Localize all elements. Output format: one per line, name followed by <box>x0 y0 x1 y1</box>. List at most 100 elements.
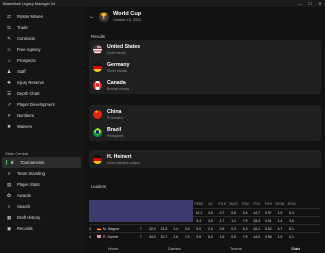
column-header[interactable]: FGA <box>251 202 263 206</box>
stats-central-section-title: Stats Central <box>5 150 29 156</box>
mvp-card: H. Heinert Most valuable player <box>89 150 321 168</box>
table-cell: 0.5 <box>231 234 236 239</box>
table-cell: 1.4 <box>173 226 178 231</box>
sidebar-item-player-development[interactable]: ↗ Player Development <box>0 99 83 110</box>
bottom-tab-bar: Home Games Teams Stats <box>83 243 325 253</box>
table-cell: 5.0 <box>208 234 213 239</box>
sidebar-item-roster-moves[interactable]: ⇄ Roster Moves <box>0 11 83 22</box>
tab-teams[interactable]: Teams <box>230 246 242 251</box>
table-cell: 0.3 <box>231 226 236 231</box>
swap-icon: ⇄ <box>7 13 11 19</box>
awards-icon: ✪ <box>7 192 11 198</box>
depth-chart-icon: ☰ <box>6 90 12 96</box>
tab-games[interactable]: Games <box>168 246 181 251</box>
flag-br-icon <box>93 127 102 137</box>
sidebar-item-numbers[interactable]: # Numbers <box>0 110 83 121</box>
column-header[interactable]: 3FGM <box>274 202 286 206</box>
sidebar-item-label: Numbers <box>17 113 34 118</box>
table-cell: 3 <box>89 226 91 231</box>
table-cell: 4.7 <box>277 226 283 231</box>
sidebar-item-draft-history[interactable]: ▦ Draft History <box>0 212 83 223</box>
result-team-name: Germany <box>107 61 130 68</box>
free-agency-icon: ☺ <box>6 47 12 52</box>
table-cell: 20.7 <box>160 234 168 239</box>
table-cell: 1.4 <box>277 218 283 223</box>
sidebar-item-label: Records <box>17 226 33 231</box>
flag-cn-icon: ★ <box>93 109 102 119</box>
close-button[interactable]: ✕ <box>315 1 325 6</box>
result-row[interactable]: H. Heinert Most valuable player <box>89 150 321 168</box>
result-row[interactable]: Germany Silver medal <box>89 58 321 76</box>
sidebar-item-free-agency[interactable]: ☺ Free Agency <box>0 44 83 55</box>
table-cell: 7 <box>139 226 142 231</box>
result-row[interactable]: Brazil Relegated <box>89 123 321 141</box>
sidebar-item-label: Waivers <box>17 124 32 129</box>
column-header[interactable]: AS <box>205 202 217 206</box>
maximize-button[interactable]: ☐ <box>305 1 315 6</box>
sidebar-item-trade[interactable]: ⇆ Trade <box>0 22 83 33</box>
table-row[interactable]: 3 M. Wagner 7 22.0 21.9 1.4 3.9 5.0 2.0 0.9 0.3 6.3… <box>89 224 321 232</box>
result-row[interactable]: United States Gold medal <box>89 40 321 58</box>
sidebar-item-waivers[interactable]: ✖ Waivers <box>0 121 83 132</box>
sidebar-item-search[interactable]: ⌕ Search <box>0 201 83 212</box>
table-cell: 1.7 <box>219 218 225 223</box>
sidebar-item-records[interactable]: ▣ Records <box>0 223 83 234</box>
result-row[interactable]: Canada Bronze medal <box>89 76 321 94</box>
draft-icon: ▦ <box>6 214 12 220</box>
table-cell: 10.1 <box>253 226 261 231</box>
result-row[interactable]: ★ China Promoted <box>89 105 321 123</box>
table-cell: 9.4 <box>242 210 248 215</box>
table-cell: 3.9 <box>184 226 190 231</box>
flag-de-icon <box>93 62 102 72</box>
sidebar-item-label: Contracts <box>17 36 35 41</box>
column-header[interactable]: REBS <box>193 202 205 206</box>
result-team-name: Canada <box>107 79 126 86</box>
sidebar-item-player-stats[interactable]: ▤ Player Stats <box>0 179 83 190</box>
sidebar-item-label: Injury Reserve <box>17 80 44 85</box>
sidebar-item-staff[interactable]: ♟ Staff <box>0 66 83 77</box>
column-header[interactable]: 3FGA <box>286 202 298 206</box>
player-name[interactable]: M. Wagner <box>103 227 119 231</box>
back-arrow-icon[interactable]: ← <box>89 14 95 20</box>
tab-stats[interactable]: Stats <box>291 246 300 251</box>
tournament-date: October 15, 2023 <box>113 18 141 22</box>
sidebar-item-label: Staff <box>17 69 26 74</box>
table-cell: 1.1 <box>231 218 236 223</box>
leaders-table: #NAMEGPMINSPTSOREBSDREBSREBSASSTLSBLKSFG… <box>89 200 321 240</box>
sidebar-item-contracts[interactable]: ✎ Contracts <box>0 33 83 44</box>
table-cell: 14.7 <box>253 210 261 215</box>
column-header[interactable]: FGM <box>239 202 251 206</box>
table-cell: 2.0 <box>208 226 213 231</box>
column-header[interactable]: FG% <box>263 202 275 206</box>
sidebar-item-team-standing[interactable]: ≡ Team Standing <box>0 168 83 179</box>
sidebar-item-injury-reserve[interactable]: ✚ Injury Reserve <box>0 77 83 88</box>
main-content: ← 🏆 World Cup October 15, 2023 Results U… <box>83 7 325 253</box>
sidebar-item-depth-chart[interactable]: ☰ Depth Chart <box>0 88 83 99</box>
sidebar-item-prospects[interactable]: ☆ Prospects <box>0 55 83 66</box>
leaders-label: Leaders <box>91 184 107 189</box>
flag-ca-icon <box>93 80 102 90</box>
column-header[interactable]: BLKS <box>228 202 240 206</box>
sidebar-item-label: Team Standing <box>17 171 45 176</box>
table-cell: 0.9 <box>219 226 225 231</box>
sidebar-item-awards[interactable]: ✪ Awards <box>0 190 83 201</box>
table-cell: 0.6 <box>231 210 236 215</box>
table-cell: 5.4 <box>196 218 202 223</box>
tab-home[interactable]: Home <box>108 246 119 251</box>
sidebar-item-tournaments[interactable]: ♛ Tournaments <box>2 157 81 168</box>
sidebar-item-label: Trade <box>17 25 28 30</box>
staff-icon: ♟ <box>6 68 12 74</box>
table-cell: 7.9 <box>242 234 248 239</box>
table-cell: 4 <box>89 234 91 239</box>
minimize-button[interactable]: — <box>295 1 305 6</box>
column-header[interactable]: STLS <box>216 202 228 206</box>
table-cell: 34.0 <box>149 234 156 239</box>
table-row[interactable]: 4 R. Garrett 7 34.0 20.7 2.6 7.0 9.6 5.0 1.0 0.5 7.… <box>89 200 321 240</box>
trophy-icon: ♛ <box>10 159 15 165</box>
flag-us-icon <box>89 200 194 238</box>
table-cell: 10.1 <box>195 210 203 215</box>
table-cell: 0.7 <box>219 210 225 215</box>
trophy-icon: 🏆 <box>99 11 109 22</box>
player-name[interactable]: R. Garrett <box>103 235 118 239</box>
table-cell: 1.0 <box>219 234 225 239</box>
